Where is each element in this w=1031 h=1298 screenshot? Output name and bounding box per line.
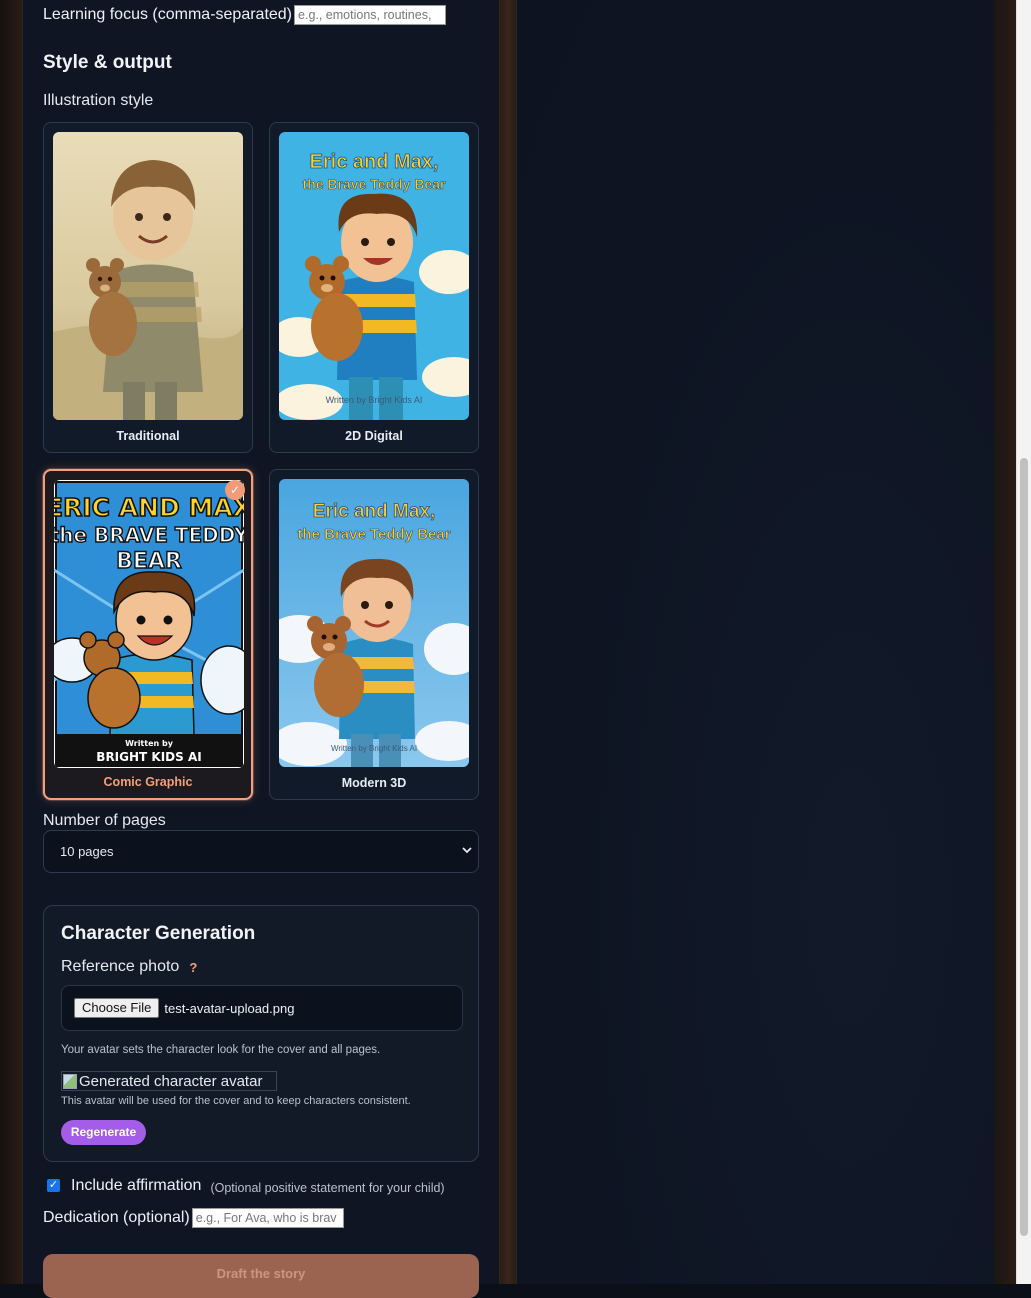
style-option-traditional[interactable]: Traditional: [43, 122, 253, 453]
affirmation-note: (Optional positive statement for your ch…: [210, 1181, 445, 1195]
2d-digital-thumbnail: Eric and Max, the Brave Teddy Bear Writt…: [279, 132, 469, 420]
page-scrollbar[interactable]: [1016, 0, 1031, 1284]
preview-panel: [516, 0, 994, 1284]
selected-file-name: test-avatar-upload.png: [164, 1000, 295, 1016]
draft-story-button[interactable]: Draft the story: [43, 1254, 479, 1298]
style-label: 2D Digital: [345, 429, 403, 443]
dedication-input[interactable]: e.g., For Ava, who is brav: [191, 1208, 344, 1228]
cover-title-line1: ERIC AND MAX: [54, 493, 244, 522]
dedication-label: Dedication (optional): [43, 1209, 190, 1226]
pages-select-value: 10 pages: [60, 844, 114, 859]
reference-photo-row: Reference photo ?: [61, 958, 197, 976]
style-label: Modern 3D: [341, 776, 407, 790]
reference-photo-label: Reference photo: [61, 958, 180, 975]
character-generation-card: Character Generation Reference photo ? C…: [43, 905, 479, 1162]
style-option-modern-3d[interactable]: Eric and Max, the Brave Teddy Bear Writt…: [269, 469, 479, 800]
cover-title-line1: Eric and Max,: [310, 151, 439, 173]
broken-image-icon: [63, 1073, 77, 1089]
avatar-alt-text: Generated character avatar: [79, 1072, 263, 1090]
comic-graphic-thumbnail: ERIC AND MAX the BRAVE TEDDY BEAR Writte…: [54, 480, 244, 768]
style-output-heading: Style & output: [43, 52, 172, 73]
avatar-note: This avatar will be used for the cover a…: [61, 1095, 411, 1107]
reference-photo-file-input[interactable]: Choose File test-avatar-upload.png: [61, 985, 463, 1031]
pages-label: Number of pages: [43, 812, 166, 829]
cover-title-line3: BEAR: [116, 549, 182, 574]
pages-select[interactable]: 10 pages: [43, 830, 479, 873]
learning-focus-row: Learning focus (comma-separated) e.g., e…: [43, 5, 447, 25]
regenerate-button[interactable]: Regenerate: [61, 1120, 146, 1145]
cover-title-line1: Eric and Max,: [313, 501, 436, 522]
scrollbar-thumb[interactable]: [1020, 458, 1028, 1236]
illustration-style-label: Illustration style: [43, 92, 154, 109]
cover-title-line2: the BRAVE TEDDY: [54, 523, 244, 547]
selected-check-icon: ✓: [225, 480, 245, 500]
cover-title-line2: the Brave Teddy Bear: [303, 176, 446, 192]
cover-title-line2: the Brave Teddy Bear: [297, 526, 450, 543]
generated-avatar-image: Generated character avatar: [61, 1071, 277, 1091]
panel-divider: [500, 0, 516, 1284]
style-label: Traditional: [116, 429, 180, 443]
left-backdrop: [0, 0, 22, 1284]
style-label: Comic Graphic: [103, 775, 193, 789]
dedication-row: Dedication (optional) e.g., For Ava, who…: [43, 1208, 344, 1228]
character-generation-title: Character Generation: [61, 923, 256, 944]
style-option-comic-graphic[interactable]: ERIC AND MAX the BRAVE TEDDY BEAR Writte…: [43, 469, 253, 800]
cover-credit-line2: BRIGHT KIDS AI: [96, 750, 201, 764]
choose-file-button[interactable]: Choose File: [74, 998, 160, 1018]
traditional-thumbnail: [53, 132, 243, 420]
cover-credit-line1: Written by: [125, 739, 174, 748]
avatar-hint: Your avatar sets the character look for …: [61, 1044, 381, 1056]
learning-focus-label: Learning focus (comma-separated): [43, 6, 293, 23]
right-backdrop: [994, 0, 1016, 1284]
learning-focus-input[interactable]: e.g., emotions, routines,: [294, 5, 447, 25]
cover-credit: Written by Bright Kids AI: [331, 744, 417, 753]
affirmation-checkbox[interactable]: ✓: [47, 1179, 60, 1192]
affirmation-label: Include affirmation: [71, 1176, 202, 1194]
help-icon[interactable]: ?: [189, 960, 197, 975]
chevron-down-icon: [462, 844, 472, 858]
affirmation-row: ✓ Include affirmation (Optional positive…: [47, 1176, 445, 1195]
style-option-2d-digital[interactable]: Eric and Max, the Brave Teddy Bear Writt…: [269, 122, 479, 453]
cover-credit: Written by Bright Kids AI: [326, 395, 423, 405]
modern-3d-thumbnail: Eric and Max, the Brave Teddy Bear Writt…: [279, 479, 469, 767]
